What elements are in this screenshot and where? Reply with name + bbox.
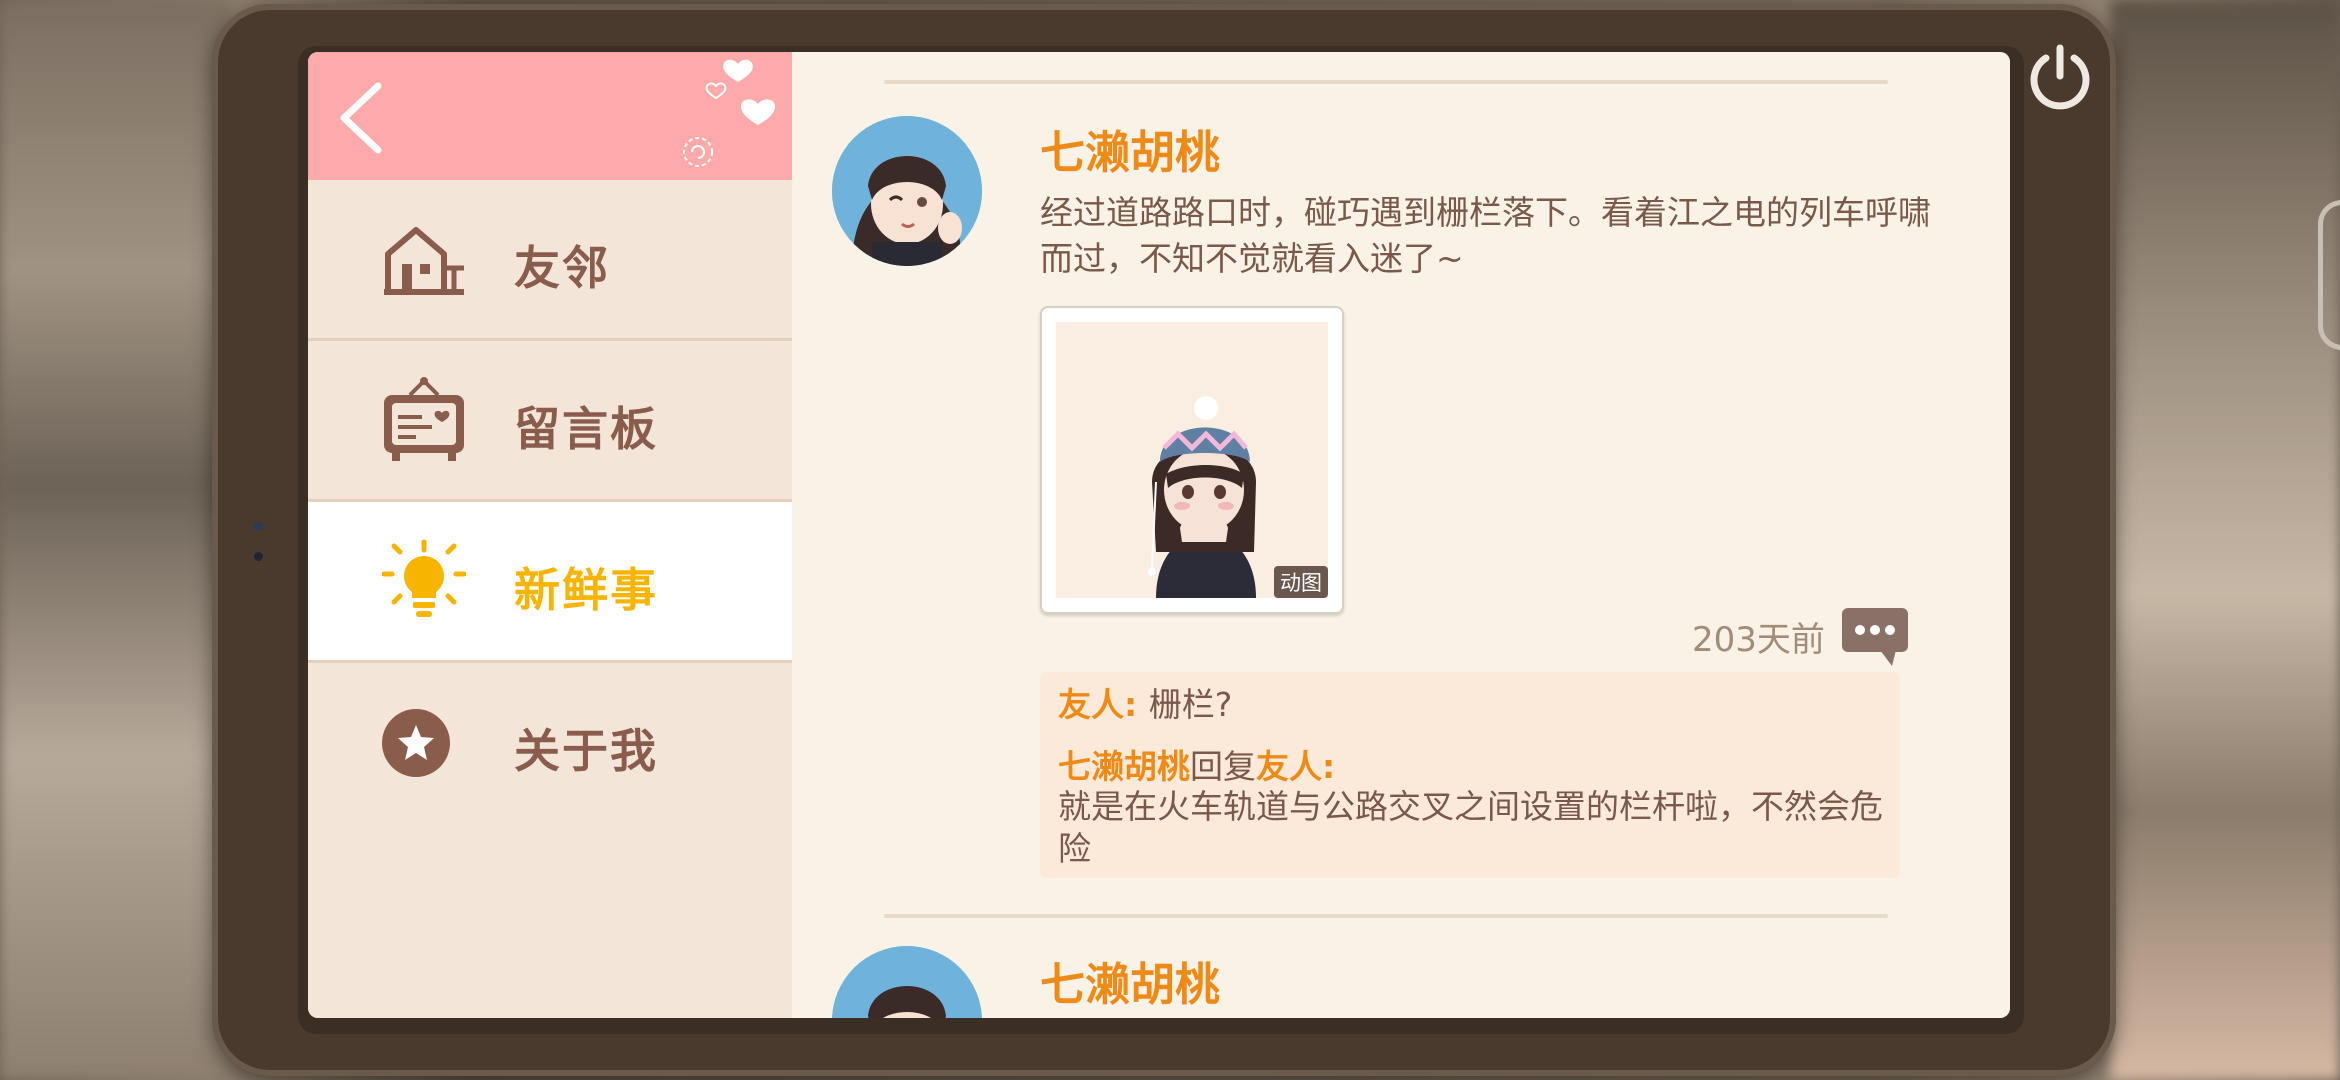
comment-row: 友人: 栅栏? [1058,684,1232,726]
post-image-content [1056,322,1328,598]
sidebar-header [308,52,792,180]
sidebar-item-news[interactable]: 新鲜事 [308,502,792,663]
sidebar-item-label: 关于我 [514,724,658,778]
reply-author[interactable]: 七濑胡桃 [1058,747,1190,786]
post-author[interactable]: 七濑胡桃 [1040,948,1220,1013]
reply-separator: : [1322,747,1336,786]
girl-in-beanie-illustration [1056,322,1328,598]
feed-divider [884,914,1888,918]
back-icon[interactable] [330,78,400,158]
news-feed[interactable]: 七濑胡桃 经过道路路口时，碰巧遇到栅栏落下。看着江之电的列车呼啸而过，不知不觉就… [792,52,2010,1018]
sensor-dot [254,552,263,561]
sidebar-item-friends[interactable]: 友邻 [308,180,792,341]
camera-dot [254,522,263,531]
avatar[interactable] [832,116,982,266]
lightbulb-icon [382,539,466,617]
comments-panel: 友人: 栅栏? 七濑胡桃回复友人: 就是在火车轨道与公路交叉之间设置的栏杆啦，不… [1040,672,1900,878]
reply-text: 就是在火车轨道与公路交叉之间设置的栏杆啦，不然会危险 [1058,787,1883,868]
feed-divider [884,80,1888,84]
sidebar-item-label: 友邻 [514,241,610,295]
post-timestamp: 203天前 [1692,620,1825,660]
house-icon [384,227,464,295]
side-handle [2318,200,2340,350]
background-left [0,0,230,1080]
comment-separator: : [1124,685,1149,724]
comment-author[interactable]: 友人 [1058,685,1124,724]
sidebar-item-label: 留言板 [514,402,658,456]
post-author[interactable]: 七濑胡桃 [1040,116,1220,181]
reply-header: 七濑胡桃回复友人: [1058,746,1335,788]
gif-badge: 动图 [1274,566,1328,598]
comment-icon[interactable] [1840,606,1910,668]
comment-text: 栅栏? [1148,685,1233,724]
sidebar: 友邻 留言板 新鲜事 关于我 [308,52,792,1018]
reply-word: 回复 [1190,747,1256,786]
post-text: 经过道路路口时，碰巧遇到栅栏落下。看着江之电的列车呼啸而过，不知不觉就看入迷了~ [1040,193,1931,278]
avatar-girl-icon [832,116,982,266]
sidebar-item-about-me[interactable]: 关于我 [308,663,792,821]
star-badge-icon [382,709,450,777]
power-icon[interactable] [2022,40,2098,116]
avatar[interactable] [832,946,982,1018]
post-image[interactable]: 动图 [1040,306,1344,614]
tablet-screen: 友邻 留言板 新鲜事 关于我 七濑胡桃 经过道路路口时，碰巧遇到栅栏落下。看着江… [308,52,2010,1018]
hearts-decoration-icon [683,59,776,167]
avatar-girl-icon [832,946,982,1018]
background-right [2110,0,2340,1080]
sidebar-item-label: 新鲜事 [514,563,658,617]
message-board-icon [384,377,464,461]
reply-target[interactable]: 友人 [1256,747,1322,786]
sidebar-item-message-board[interactable]: 留言板 [308,341,792,502]
